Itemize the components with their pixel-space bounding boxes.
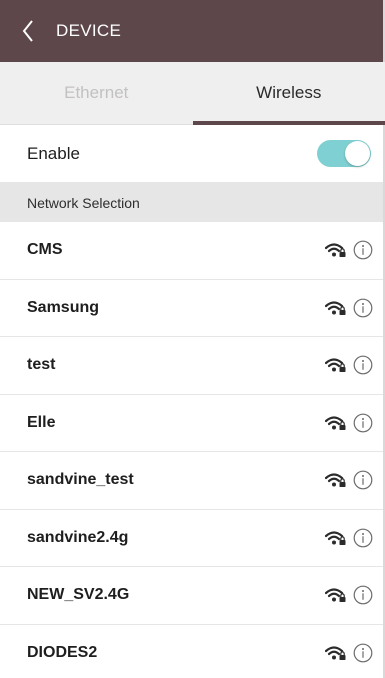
network-name: CMS: [27, 241, 63, 259]
connection-tabs: Ethernet Wireless: [0, 62, 385, 125]
network-row[interactable]: Elle: [0, 395, 385, 452]
info-icon[interactable]: [353, 470, 373, 490]
network-name: Samsung: [27, 298, 100, 316]
network-name: sandvine_test: [27, 471, 134, 489]
info-icon[interactable]: [353, 528, 373, 548]
wifi-lock-icon: [325, 646, 346, 660]
info-icon[interactable]: [353, 643, 373, 663]
network-row[interactable]: CMS: [0, 222, 385, 280]
network-icons: [325, 240, 373, 260]
network-row[interactable]: DIODES2: [0, 625, 385, 678]
wifi-lock-icon: [325, 473, 346, 488]
wifi-lock-icon: [325, 358, 346, 373]
tab-wireless[interactable]: Wireless: [192, 62, 385, 125]
network-name: Elle: [27, 413, 56, 431]
network-name: sandvine2.4g: [27, 528, 129, 546]
network-icons: [325, 643, 373, 663]
info-icon[interactable]: [353, 240, 373, 260]
network-icons: [325, 413, 373, 433]
network-icons: [325, 298, 373, 318]
network-name: test: [27, 356, 56, 374]
page-title: DEVICE: [56, 21, 122, 40]
network-row[interactable]: NEW_SV2.4G: [0, 567, 385, 625]
network-icons: [325, 528, 373, 548]
network-row[interactable]: Samsung: [0, 280, 385, 337]
network-icons: [325, 355, 373, 375]
wifi-lock-icon: [325, 243, 346, 258]
info-icon[interactable]: [353, 298, 373, 318]
section-header: Network Selection: [0, 183, 385, 222]
network-list: CMS Samsung test Elle sandvine_test sandvine2…: [0, 222, 385, 678]
enable-label: Enable: [27, 143, 80, 163]
wireless-enable-toggle[interactable]: [317, 140, 371, 167]
toggle-knob: [345, 141, 370, 166]
network-name: DIODES2: [27, 643, 98, 661]
info-icon[interactable]: [353, 413, 373, 433]
network-row[interactable]: sandvine2.4g: [0, 510, 385, 567]
network-icons: [325, 585, 373, 605]
app-header: DEVICE: [0, 0, 385, 62]
info-icon[interactable]: [353, 585, 373, 605]
wifi-lock-icon: [325, 588, 346, 603]
chevron-left-icon: [22, 20, 33, 42]
wifi-lock-icon: [325, 531, 346, 545]
enable-row: Enable: [0, 125, 385, 183]
wifi-lock-icon: [325, 301, 346, 315]
info-icon[interactable]: [353, 355, 373, 375]
network-icons: [325, 470, 373, 490]
network-row[interactable]: sandvine_test: [0, 452, 385, 510]
back-button[interactable]: [0, 0, 56, 62]
device-settings-screen: DEVICE Ethernet Wireless Enable Network …: [0, 0, 385, 678]
tab-ethernet[interactable]: Ethernet: [0, 62, 193, 124]
network-name: NEW_SV2.4G: [27, 586, 130, 604]
network-row[interactable]: test: [0, 337, 385, 395]
wifi-lock-icon: [325, 416, 346, 430]
